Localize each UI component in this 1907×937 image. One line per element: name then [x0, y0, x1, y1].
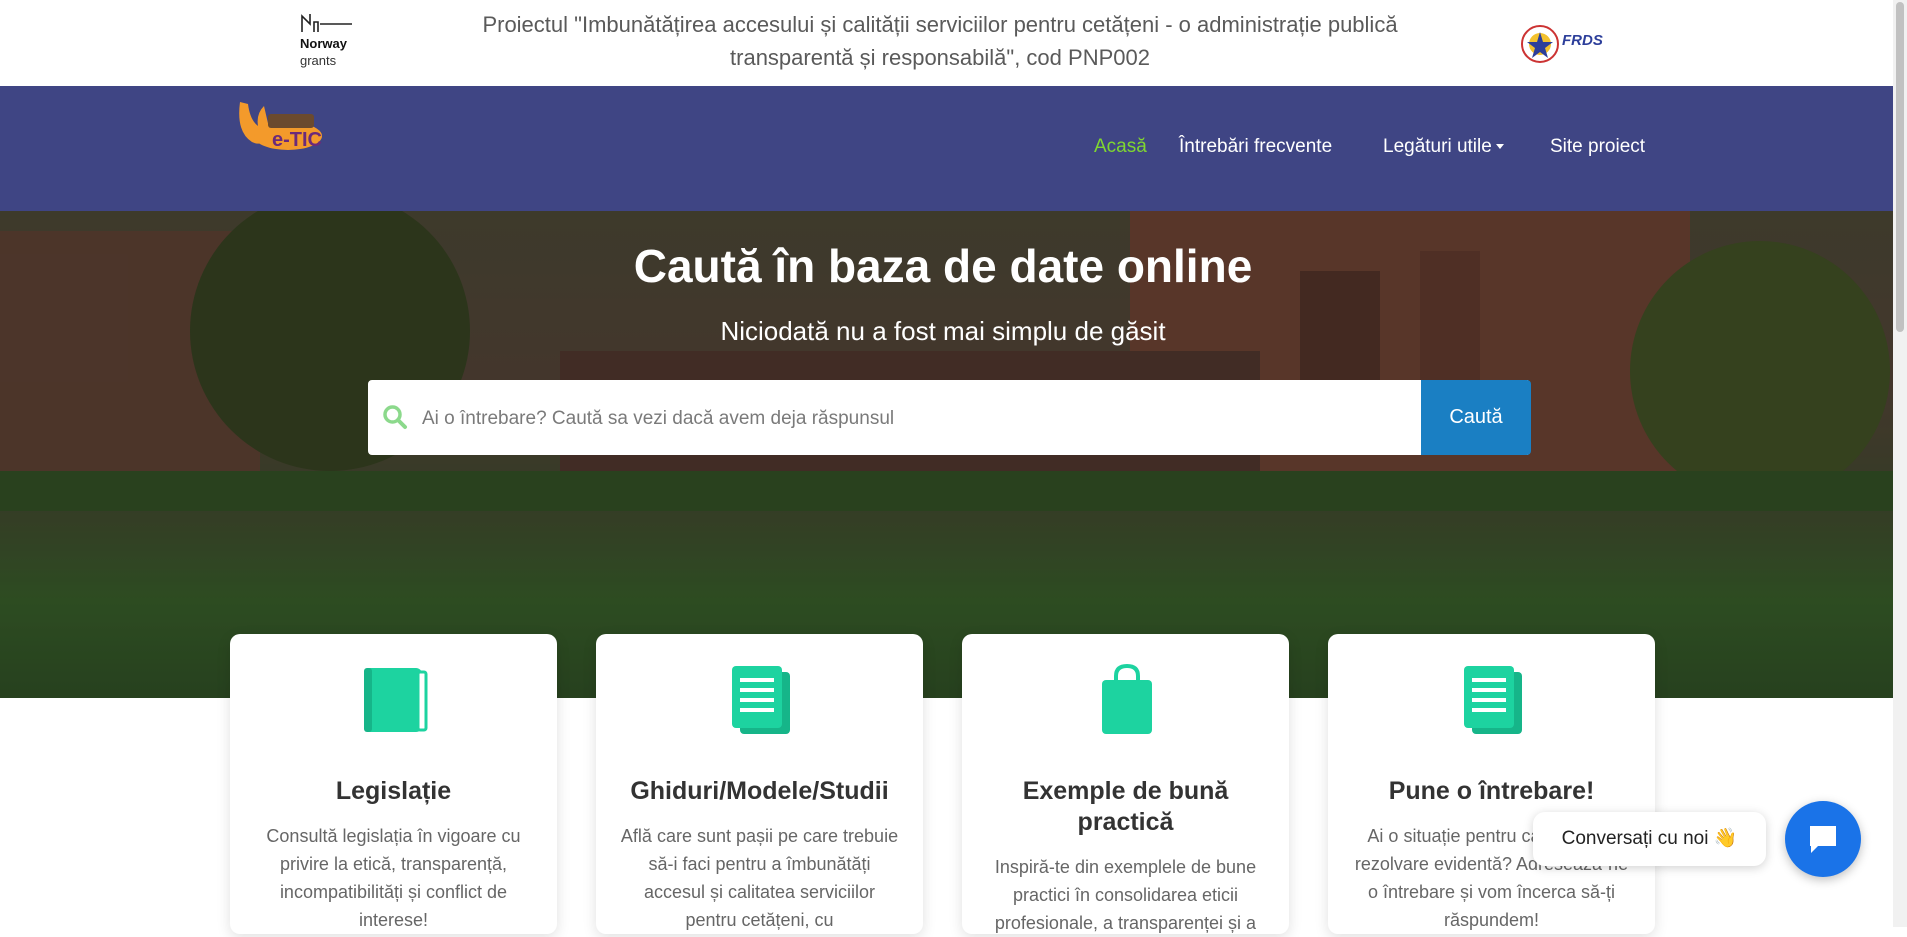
chat-icon — [1810, 826, 1836, 853]
norway-grants-mark-icon — [301, 14, 352, 32]
book-icon — [364, 668, 428, 732]
norway-grants-logo[interactable]: Norway grants — [300, 10, 360, 74]
card-title: Pune o întrebare! — [1388, 777, 1595, 805]
card-text: Află care sunt pașii pe care trebuie să-… — [620, 826, 899, 930]
project-description: Proiectul "Imbunătățirea accesului și ca… — [482, 12, 1398, 70]
hero-subtitle: Niciodată nu a fost mai simplu de găsit — [720, 316, 1166, 346]
main-navbar: e-TIC Acasă Întrebări frecvente Legături… — [0, 86, 1893, 211]
document-icon — [1464, 666, 1522, 734]
nav-item-legaturi-utile[interactable]: Legături utile — [1383, 136, 1504, 158]
norway-line2: grants — [300, 53, 337, 68]
chat-launcher-button[interactable] — [1785, 801, 1861, 877]
card-ghiduri[interactable]: Ghiduri/Modele/Studii Află care sunt paș… — [596, 634, 923, 934]
card-pune-intrebare[interactable]: Pune o întrebare! Ai o situație pentru c… — [1328, 634, 1655, 934]
hero-section: Caută în baza de date online Niciodată n… — [0, 211, 1893, 698]
frds-logo[interactable]: FRDS — [1520, 18, 1603, 70]
nav-item-intrebari-frecvente[interactable]: Întrebări frecvente — [1179, 136, 1332, 158]
norway-line1: Norway — [300, 36, 347, 51]
hero-title: Caută în baza de date online — [633, 240, 1253, 292]
caret-down-icon — [1495, 144, 1504, 150]
card-title: Ghiduri/Modele/Studii — [630, 777, 889, 805]
nav-item-acasa[interactable]: Acasă — [1094, 136, 1147, 158]
card-text: Consultă legislația în vigoare cu privir… — [266, 826, 521, 930]
frds-label: FRDS — [1562, 32, 1603, 49]
logo-text: e-TIC — [272, 129, 322, 151]
document-icon — [732, 666, 790, 734]
card-title: Legislație — [335, 777, 452, 805]
card-title: Exemple de bună practică — [1022, 777, 1229, 836]
card-legislatie[interactable]: Legislație Consultă legislația în vigoar… — [230, 634, 557, 934]
card-exemple[interactable]: Exemple de bună practică Inspiră-te din … — [962, 634, 1289, 934]
card-text: Inspiră-te din exemplele de bune practic… — [994, 857, 1257, 933]
scrollbar-thumb[interactable] — [1896, 2, 1904, 332]
search-box — [368, 380, 1528, 457]
frds-emblem-icon — [1521, 25, 1559, 63]
shopping-bag-icon — [1102, 664, 1152, 734]
project-banner: Norway grants Proiectul "Imbunătățirea a… — [0, 0, 1893, 87]
search-button[interactable]: Caută — [1421, 380, 1531, 455]
page-scrollbar[interactable] — [1893, 0, 1907, 927]
etic-logo[interactable]: e-TIC — [230, 92, 330, 158]
search-input[interactable] — [420, 380, 1519, 457]
nav-item-legaturi-label: Legături utile — [1383, 136, 1492, 157]
chat-invite-bubble[interactable]: Conversați cu noi 👋 — [1533, 812, 1766, 866]
nav-item-site-proiect[interactable]: Site proiect — [1550, 136, 1645, 158]
search-icon — [383, 405, 407, 429]
